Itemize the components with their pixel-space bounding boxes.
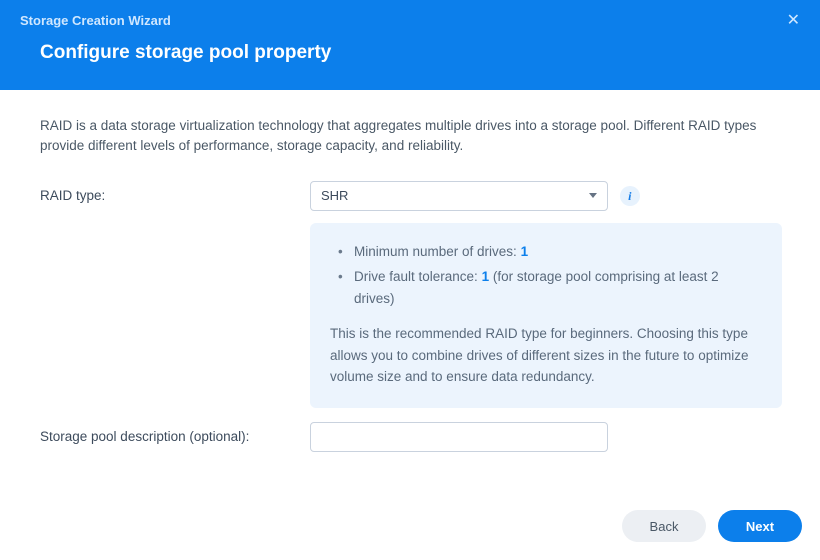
close-icon[interactable]: ✕ bbox=[787, 10, 800, 30]
footer: Back Next bbox=[0, 498, 820, 560]
raid-type-label: RAID type: bbox=[40, 181, 310, 206]
info-min-drives: Minimum number of drives: 1 bbox=[338, 241, 762, 263]
raid-type-row: RAID type: SHR i Minimum number of drive… bbox=[40, 181, 780, 409]
description-label: Storage pool description (optional): bbox=[40, 422, 310, 447]
description-row: Storage pool description (optional): bbox=[40, 422, 780, 452]
info-fault-tolerance: Drive fault tolerance: 1 (for storage po… bbox=[338, 266, 762, 309]
content-area: RAID is a data storage virtualization te… bbox=[0, 90, 820, 498]
description-input[interactable] bbox=[310, 422, 608, 452]
chevron-down-icon bbox=[589, 193, 597, 198]
info-description: This is the recommended RAID type for be… bbox=[330, 323, 762, 388]
titlebar-text: Storage Creation Wizard bbox=[20, 13, 171, 28]
page-title: Configure storage pool property bbox=[0, 36, 820, 90]
raid-type-value: SHR bbox=[321, 186, 348, 206]
raid-info-panel: Minimum number of drives: 1 Drive fault … bbox=[310, 223, 782, 409]
info-icon[interactable]: i bbox=[620, 186, 640, 206]
back-button[interactable]: Back bbox=[622, 510, 706, 542]
intro-text: RAID is a data storage virtualization te… bbox=[40, 116, 780, 157]
raid-type-control: SHR i Minimum number of drives: 1 Drive … bbox=[310, 181, 782, 409]
next-button[interactable]: Next bbox=[718, 510, 802, 542]
raid-type-select[interactable]: SHR bbox=[310, 181, 608, 211]
titlebar: Storage Creation Wizard ✕ bbox=[0, 0, 820, 36]
wizard-header: Storage Creation Wizard ✕ Configure stor… bbox=[0, 0, 820, 90]
